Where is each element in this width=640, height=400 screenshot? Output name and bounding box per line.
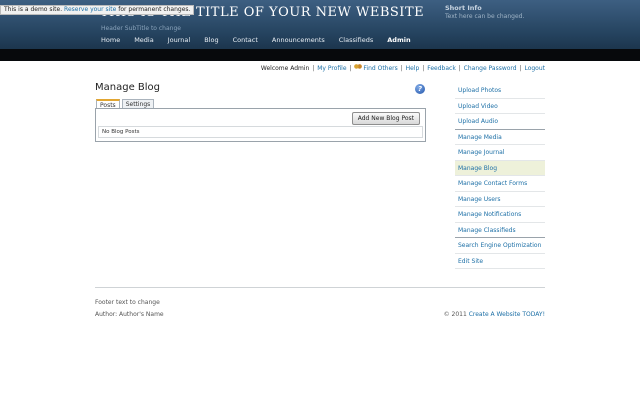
sidebar-item-edit-site[interactable]: Edit Site: [455, 254, 545, 269]
nav-journal[interactable]: Journal: [161, 36, 197, 44]
user-bar: Welcome Admin | My Profile | Find Others…: [261, 64, 545, 72]
nav-contact[interactable]: Contact: [226, 36, 265, 44]
posts-list: No Blog Posts: [98, 126, 423, 138]
add-new-blog-post-button[interactable]: Add New Blog Post: [351, 112, 420, 125]
demo-notice-suffix: for permanent changes.: [118, 6, 191, 13]
sidebar-item-manage-blog[interactable]: Manage Blog: [455, 160, 545, 176]
my-profile-link[interactable]: My Profile: [317, 65, 346, 72]
separator: |: [458, 65, 461, 72]
posts-panel: Add New Blog Post No Blog Posts: [95, 108, 426, 142]
separator: |: [349, 65, 352, 72]
help-icon[interactable]: ?: [415, 84, 425, 94]
sidebar-item-upload-audio[interactable]: Upload Audio: [455, 114, 545, 130]
admin-sidebar: Upload Photos Upload Video Upload Audio …: [455, 83, 545, 269]
separator: |: [519, 65, 522, 72]
footer-author: Author: Author's Name: [95, 311, 164, 318]
separator: |: [422, 65, 425, 72]
nav-classifieds[interactable]: Classifieds: [332, 36, 381, 44]
welcome-text: Welcome Admin: [260, 65, 310, 72]
nav-blog[interactable]: Blog: [197, 36, 225, 44]
nav-announcements[interactable]: Announcements: [265, 36, 332, 44]
change-password-link[interactable]: Change Password: [464, 65, 517, 72]
feedback-link[interactable]: Feedback: [427, 65, 456, 72]
short-info-title: Short Info: [445, 4, 482, 12]
sidebar-item-manage-notifications[interactable]: Manage Notifications: [455, 207, 545, 223]
main-nav: Home Media Journal Blog Contact Announce…: [94, 36, 418, 44]
separator: |: [312, 65, 315, 72]
demo-notice-prefix: This is a demo site.: [4, 6, 63, 13]
reserve-site-link[interactable]: Reserve your site: [64, 6, 116, 13]
sidebar-item-seo[interactable]: Search Engine Optimization: [455, 238, 545, 254]
sidebar-item-upload-photos[interactable]: Upload Photos: [455, 83, 545, 99]
footer-text: Footer text to change: [95, 299, 160, 306]
nav-media[interactable]: Media: [127, 36, 161, 44]
footer-divider: [95, 287, 545, 288]
site-subtitle: Header SubTitle to change: [101, 25, 181, 32]
empty-posts-text: No Blog Posts: [102, 129, 140, 135]
sidebar-item-manage-classifieds[interactable]: Manage Classifieds: [455, 223, 545, 238]
find-others-icon: [354, 64, 363, 71]
nav-admin[interactable]: Admin: [380, 36, 417, 44]
sidebar-item-upload-video[interactable]: Upload Video: [455, 99, 545, 114]
separator: |: [400, 65, 403, 72]
footer-copyright: © 2011 Create A Website TODAY!: [444, 311, 545, 318]
demo-notice: This is a demo site. Reserve your site f…: [0, 5, 195, 15]
logout-link[interactable]: Logout: [524, 65, 545, 72]
sidebar-item-manage-media[interactable]: Manage Media: [455, 130, 545, 145]
sidebar-item-manage-contact-forms[interactable]: Manage Contact Forms: [455, 176, 545, 192]
help-link[interactable]: Help: [406, 65, 420, 72]
short-info-text: Text here can be changed.: [445, 13, 525, 20]
sidebar-item-manage-users[interactable]: Manage Users: [455, 192, 545, 207]
copyright-text: © 2011: [443, 311, 467, 318]
create-website-link[interactable]: Create A Website TODAY!: [469, 311, 545, 318]
header-bottom-bar: [0, 49, 640, 61]
page-title: Manage Blog: [95, 82, 161, 93]
find-others-link[interactable]: Find Others: [363, 65, 397, 72]
nav-home[interactable]: Home: [94, 36, 127, 44]
sidebar-item-manage-journal[interactable]: Manage Journal: [455, 145, 545, 161]
